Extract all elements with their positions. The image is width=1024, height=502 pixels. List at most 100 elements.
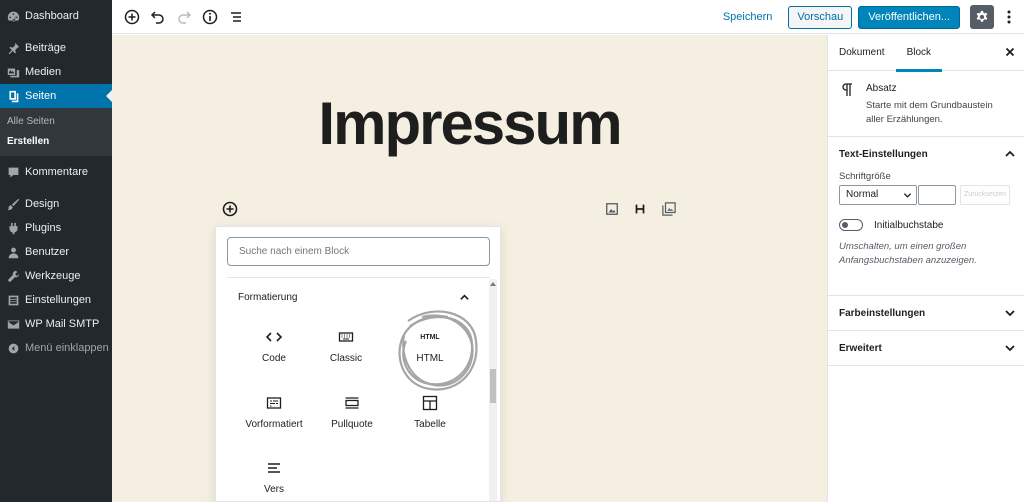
heading-icon xyxy=(635,204,645,214)
sidebar-item-label: Benutzer xyxy=(25,246,70,258)
users-icon xyxy=(6,245,20,259)
block-item-label: Pullquote xyxy=(331,419,373,430)
quick-image-block-button[interactable] xyxy=(604,201,620,217)
settings-toggle-button[interactable] xyxy=(970,5,994,29)
preview-button[interactable]: Vorschau xyxy=(788,5,853,29)
inserter-scrollbar[interactable] xyxy=(489,279,497,501)
undo-icon[interactable] xyxy=(148,7,168,27)
scroll-up-arrow-icon[interactable] xyxy=(490,282,496,286)
dashboard-icon xyxy=(6,9,20,23)
wrench-icon xyxy=(6,269,20,283)
submenu-item-create[interactable]: Erstellen xyxy=(0,132,112,152)
sidebar-collapse-menu[interactable]: Menü einklappen xyxy=(0,336,112,360)
text-settings-header[interactable]: Text-Einstellungen xyxy=(828,137,1024,171)
text-settings-panel: Text-Einstellungen Schriftgröße Normal Z… xyxy=(828,137,1024,296)
block-item-preformatted[interactable]: Vorformatiert xyxy=(238,394,310,440)
font-size-select[interactable]: Normal xyxy=(839,185,917,205)
sidebar-item-tools[interactable]: Werkzeuge xyxy=(0,264,112,288)
sidebar-item-label: Kommentare xyxy=(25,166,88,178)
panel-title: Text-Einstellungen xyxy=(839,148,928,160)
plus-circle-icon xyxy=(222,201,238,217)
save-draft-button[interactable]: Speichern xyxy=(723,11,773,23)
sidebar-item-media[interactable]: Medien xyxy=(0,60,112,84)
pin-icon xyxy=(6,41,20,55)
post-title[interactable]: Impressum xyxy=(112,89,827,158)
info-icon[interactable] xyxy=(200,7,220,27)
sidebar-item-label: Design xyxy=(25,198,60,210)
list-view-icon[interactable] xyxy=(226,7,246,27)
verse-icon xyxy=(268,463,280,473)
sidebar-item-label: Medien xyxy=(25,66,62,78)
close-icon[interactable] xyxy=(1004,46,1016,58)
block-item-label: Code xyxy=(262,353,286,364)
block-inserter-popover: Suche nach einem Block Formatierung Code… xyxy=(215,226,501,502)
block-item-label: Vers xyxy=(263,484,284,495)
font-size-value: Normal xyxy=(846,189,879,200)
scrollbar-thumb[interactable] xyxy=(490,369,496,403)
chevron-down-icon xyxy=(1005,310,1015,317)
block-card-title: Absatz xyxy=(866,83,897,94)
quick-heading-block-button[interactable] xyxy=(632,201,648,217)
dropcap-help-text: Umschalten, um einen großen Anfangsbuchs… xyxy=(839,241,977,266)
block-item-label: Vorformatiert xyxy=(245,419,303,430)
submenu-item-all-pages[interactable]: Alle Seiten xyxy=(0,112,112,132)
quick-gallery-block-button[interactable] xyxy=(661,201,677,217)
sidebar-item-users[interactable]: Benutzer xyxy=(0,240,112,264)
block-card-description: Starte mit dem Grundbaustein aller Erzäh… xyxy=(866,100,993,125)
scribble-annotation xyxy=(398,310,478,391)
sidebar-item-label: Einstellungen xyxy=(25,294,92,306)
block-item-table[interactable]: Tabelle xyxy=(394,394,466,440)
sidebar-item-pages[interactable]: Seiten xyxy=(0,84,112,108)
sidebar-item-settings[interactable]: Einstellungen xyxy=(0,288,112,312)
block-search-input[interactable]: Suche nach einem Block xyxy=(227,237,490,266)
block-card: Absatz Starte mit dem Grundbaustein alle… xyxy=(828,71,1024,137)
tab-document[interactable]: Dokument xyxy=(828,35,896,71)
dropcap-toggle[interactable] xyxy=(839,219,863,231)
sidebar-item-comments[interactable]: Kommentare xyxy=(0,160,112,184)
inline-inserter-button[interactable] xyxy=(222,201,238,217)
pullquote-icon xyxy=(345,397,359,409)
panel-title: Farbeinstellungen xyxy=(839,307,926,319)
pages-submenu: Alle Seiten Erstellen xyxy=(0,108,112,156)
block-item-classic[interactable]: Classic xyxy=(310,328,382,374)
sidebar-item-wp-mail-smtp[interactable]: WP Mail SMTP xyxy=(0,312,112,336)
sidebar-item-design[interactable]: Design xyxy=(0,192,112,216)
redo-icon[interactable] xyxy=(174,7,194,27)
settings-icon xyxy=(6,293,20,307)
block-item-pullquote[interactable]: Pullquote xyxy=(316,394,388,440)
block-item-verse[interactable]: Vers xyxy=(238,459,310,502)
sidebar-item-label: Menü einklappen xyxy=(25,342,109,354)
advanced-panel: Erweitert xyxy=(828,331,1024,366)
add-block-icon[interactable] xyxy=(122,7,142,27)
more-menu-button[interactable] xyxy=(1000,5,1018,29)
color-settings-header[interactable]: Farbeinstellungen xyxy=(828,296,1024,330)
keyboard-icon xyxy=(338,332,354,342)
sidebar-item-label: Dashboard xyxy=(25,10,79,22)
comments-icon xyxy=(6,165,20,179)
chevron-up-icon xyxy=(1005,150,1015,157)
divider xyxy=(227,277,490,278)
publish-button[interactable]: Veröffentlichen... xyxy=(858,5,960,29)
image-icon xyxy=(606,203,618,215)
panel-title: Erweitert xyxy=(839,342,882,354)
font-size-label: Schriftgröße xyxy=(839,171,891,182)
dropcap-label: Initialbuchstabe xyxy=(874,219,944,231)
sidebar-item-dashboard[interactable]: Dashboard xyxy=(0,4,112,28)
sidebar-item-plugins[interactable]: Plugins xyxy=(0,216,112,240)
panel-title: Formatierung xyxy=(238,291,298,303)
block-item-code[interactable]: Code xyxy=(238,328,310,374)
gallery-icon xyxy=(662,202,676,216)
brush-icon xyxy=(6,197,20,211)
media-icon xyxy=(6,65,20,79)
tab-block[interactable]: Block xyxy=(895,35,943,72)
plugin-icon xyxy=(6,221,20,235)
pages-icon xyxy=(6,89,20,103)
settings-tabs: Dokument Block xyxy=(828,35,1024,72)
sidebar-item-label: Seiten xyxy=(25,90,57,102)
advanced-header[interactable]: Erweitert xyxy=(828,331,1024,365)
font-size-reset-button[interactable]: Zurücksetzen xyxy=(960,185,1010,205)
sidebar-item-posts[interactable]: Beiträge xyxy=(0,36,112,60)
custom-font-size-input[interactable] xyxy=(918,185,956,205)
paragraph-icon xyxy=(841,83,853,126)
editor-toolbar: Speichern Vorschau Veröffentlichen... xyxy=(112,0,1024,34)
